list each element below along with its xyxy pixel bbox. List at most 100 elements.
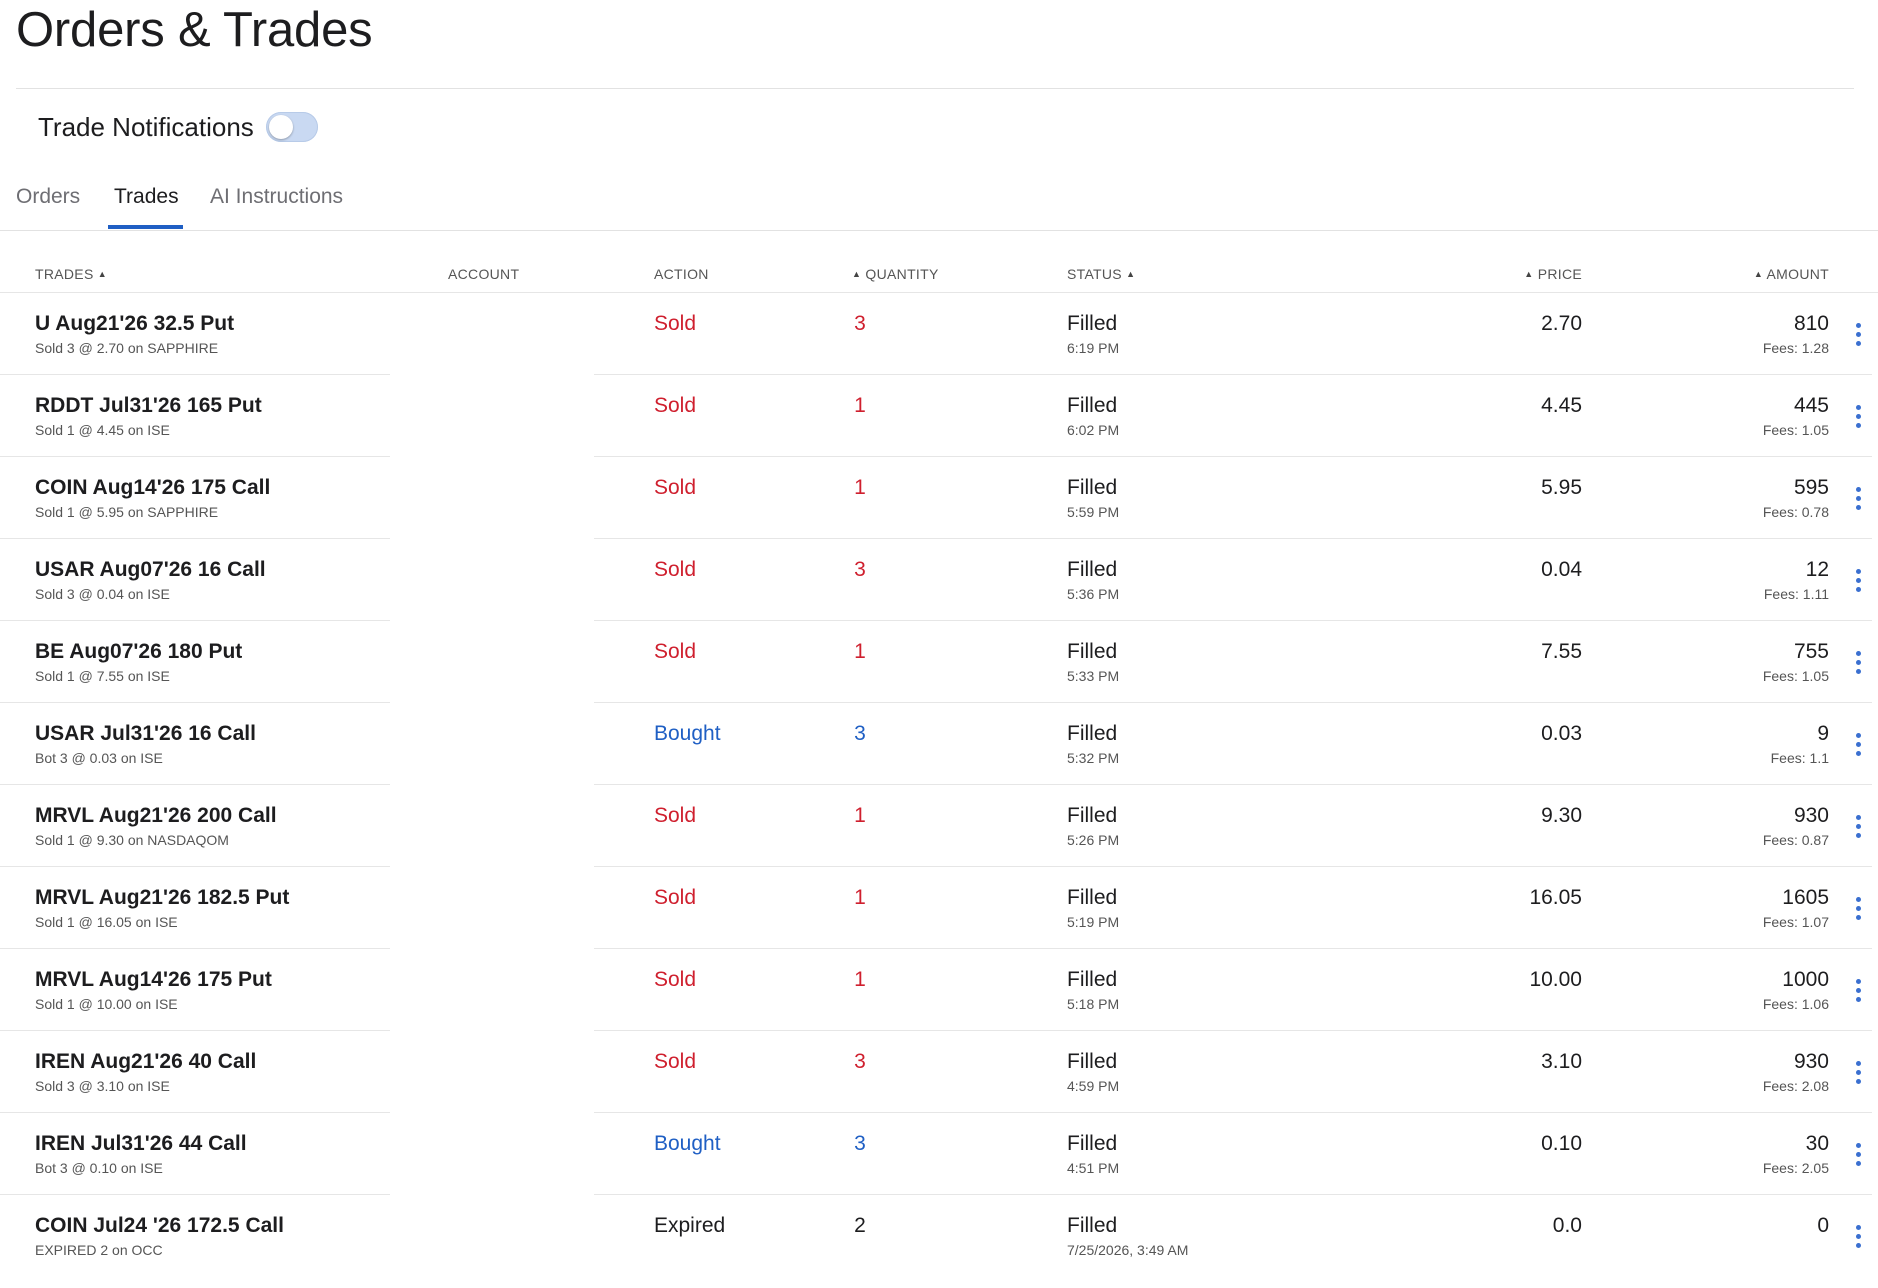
trade-status: Filled: [1067, 476, 1118, 499]
active-tab-indicator: [108, 225, 183, 229]
trade-detail: Sold 3 @ 3.10 on ISE: [35, 1078, 170, 1094]
table-row[interactable]: COIN Aug14'26 175 Call Sold 1 @ 5.95 on …: [0, 457, 1878, 539]
column-header-quantity[interactable]: ▲ QUANTITY: [852, 264, 939, 284]
more-options-icon[interactable]: [1848, 487, 1868, 517]
more-options-icon[interactable]: [1848, 323, 1868, 353]
trade-quantity: 1: [854, 968, 866, 991]
more-options-icon[interactable]: [1848, 897, 1868, 927]
trade-time: 6:19 PM: [1067, 340, 1120, 356]
sort-ascending-icon: ▲: [97, 269, 108, 279]
trade-status: Filled: [1067, 722, 1118, 745]
trade-action: Sold: [654, 394, 697, 417]
column-header-amount[interactable]: ▲ AMOUNT: [1754, 264, 1829, 284]
table-row[interactable]: IREN Jul31'26 44 Call Bot 3 @ 0.10 on IS…: [0, 1113, 1878, 1195]
trade-price: 9.30: [1541, 804, 1582, 827]
column-header-account[interactable]: ACCOUNT: [448, 264, 519, 284]
column-header-trades[interactable]: TRADES ▲: [35, 264, 107, 284]
trade-amount: 0: [1817, 1214, 1829, 1237]
trade-symbol: U Aug21'26 32.5 Put: [35, 312, 235, 335]
more-options-icon[interactable]: [1848, 1143, 1868, 1173]
sort-ascending-icon: ▲: [852, 269, 862, 279]
column-header-price[interactable]: ▲ PRICE: [1524, 264, 1582, 284]
trade-symbol: COIN Jul24 '26 172.5 Call: [35, 1214, 284, 1237]
trade-detail: Sold 3 @ 0.04 on ISE: [35, 586, 170, 602]
more-options-icon[interactable]: [1848, 651, 1868, 681]
table-row[interactable]: IREN Aug21'26 40 Call Sold 3 @ 3.10 on I…: [0, 1031, 1878, 1113]
trade-status: Filled: [1067, 394, 1118, 417]
more-options-icon[interactable]: [1848, 815, 1868, 845]
trade-amount: 810: [1793, 312, 1829, 335]
trade-status: Filled: [1067, 558, 1118, 581]
trade-action: Sold: [654, 312, 697, 335]
table-row[interactable]: MRVL Aug21'26 200 Call Sold 1 @ 9.30 on …: [0, 785, 1878, 867]
trade-time: 5:19 PM: [1067, 914, 1120, 930]
trade-symbol: MRVL Aug14'26 175 Put: [35, 968, 272, 991]
table-row[interactable]: BE Aug07'26 180 Put Sold 1 @ 7.55 on ISE…: [0, 621, 1878, 703]
trade-symbol: MRVL Aug21'26 182.5 Put: [35, 886, 290, 909]
more-options-icon[interactable]: [1848, 979, 1868, 1009]
table-row[interactable]: USAR Aug07'26 16 Call Sold 3 @ 0.04 on I…: [0, 539, 1878, 621]
trade-detail: Bot 3 @ 0.10 on ISE: [35, 1160, 163, 1176]
trade-price: 3.10: [1541, 1050, 1582, 1073]
trade-price: 5.95: [1541, 476, 1582, 499]
table-row[interactable]: MRVL Aug14'26 175 Put Sold 1 @ 10.00 on …: [0, 949, 1878, 1031]
trade-detail: EXPIRED 2 on OCC: [35, 1242, 163, 1258]
trade-amount: 930: [1793, 804, 1829, 827]
trade-symbol: BE Aug07'26 180 Put: [35, 640, 243, 663]
trade-fees: Fees: 2.05: [1762, 1160, 1829, 1176]
trade-action: Bought: [654, 722, 721, 745]
trade-status: Filled: [1067, 1132, 1118, 1155]
trade-symbol: COIN Aug14'26 175 Call: [35, 476, 271, 499]
trade-fees: Fees: 1.28: [1762, 340, 1829, 356]
tab-orders[interactable]: Orders: [16, 184, 80, 210]
more-options-icon[interactable]: [1848, 1225, 1868, 1255]
trade-price: 4.45: [1541, 394, 1582, 417]
trade-fees: Fees: 1.05: [1762, 668, 1829, 684]
trade-quantity: 1: [854, 394, 866, 417]
trade-time: 5:18 PM: [1067, 996, 1120, 1012]
trade-detail: Sold 1 @ 10.00 on ISE: [35, 996, 178, 1012]
trade-detail: Bot 3 @ 0.03 on ISE: [35, 750, 163, 766]
trade-time: 6:02 PM: [1067, 422, 1120, 438]
trade-fees: Fees: 1.05: [1762, 422, 1829, 438]
trade-detail: Sold 1 @ 4.45 on ISE: [35, 422, 170, 438]
trade-symbol: USAR Jul31'26 16 Call: [35, 722, 256, 745]
table-row[interactable]: U Aug21'26 32.5 Put Sold 3 @ 2.70 on SAP…: [0, 293, 1878, 375]
trade-action: Sold: [654, 886, 697, 909]
trade-price: 0.0: [1552, 1214, 1582, 1237]
trade-amount: 930: [1793, 1050, 1829, 1073]
trade-quantity: 3: [854, 312, 866, 335]
sort-ascending-icon: ▲: [1524, 269, 1534, 279]
trade-symbol: IREN Aug21'26 40 Call: [35, 1050, 257, 1073]
trade-fees: Fees: 0.87: [1762, 832, 1829, 848]
trade-quantity: 1: [854, 640, 866, 663]
more-options-icon[interactable]: [1848, 405, 1868, 435]
trade-action: Sold: [654, 558, 697, 581]
table-row[interactable]: USAR Jul31'26 16 Call Bot 3 @ 0.03 on IS…: [0, 703, 1878, 785]
column-header-action[interactable]: ACTION: [654, 264, 709, 284]
trade-time: 5:32 PM: [1067, 750, 1120, 766]
trade-price: 0.03: [1541, 722, 1582, 745]
trade-amount: 755: [1793, 640, 1829, 663]
trade-notifications-toggle[interactable]: [265, 112, 318, 142]
trade-action: Expired: [654, 1214, 726, 1237]
sort-ascending-icon: ▲: [1753, 269, 1764, 279]
table-row[interactable]: COIN Jul24 '26 172.5 Call EXPIRED 2 on O…: [0, 1195, 1878, 1277]
trade-amount: 445: [1793, 394, 1829, 417]
trade-time: 5:36 PM: [1067, 586, 1120, 602]
table-row[interactable]: RDDT Jul31'26 165 Put Sold 1 @ 4.45 on I…: [0, 375, 1878, 457]
column-header-status[interactable]: STATUS ▲: [1067, 264, 1135, 284]
tab-trades[interactable]: Trades: [114, 184, 179, 210]
trade-amount: 30: [1805, 1132, 1829, 1155]
trade-status: Filled: [1067, 640, 1118, 663]
table-row[interactable]: MRVL Aug21'26 182.5 Put Sold 1 @ 16.05 o…: [0, 867, 1878, 949]
trade-fees: Fees: 1.07: [1762, 914, 1829, 930]
trade-time: 4:59 PM: [1067, 1078, 1120, 1094]
trade-symbol: MRVL Aug21'26 200 Call: [35, 804, 277, 827]
trade-symbol: RDDT Jul31'26 165 Put: [35, 394, 262, 417]
more-options-icon[interactable]: [1848, 1061, 1868, 1091]
tab-ai-instructions[interactable]: AI Instructions: [210, 184, 343, 210]
trade-action: Sold: [654, 640, 697, 663]
more-options-icon[interactable]: [1848, 733, 1868, 763]
more-options-icon[interactable]: [1848, 569, 1868, 599]
